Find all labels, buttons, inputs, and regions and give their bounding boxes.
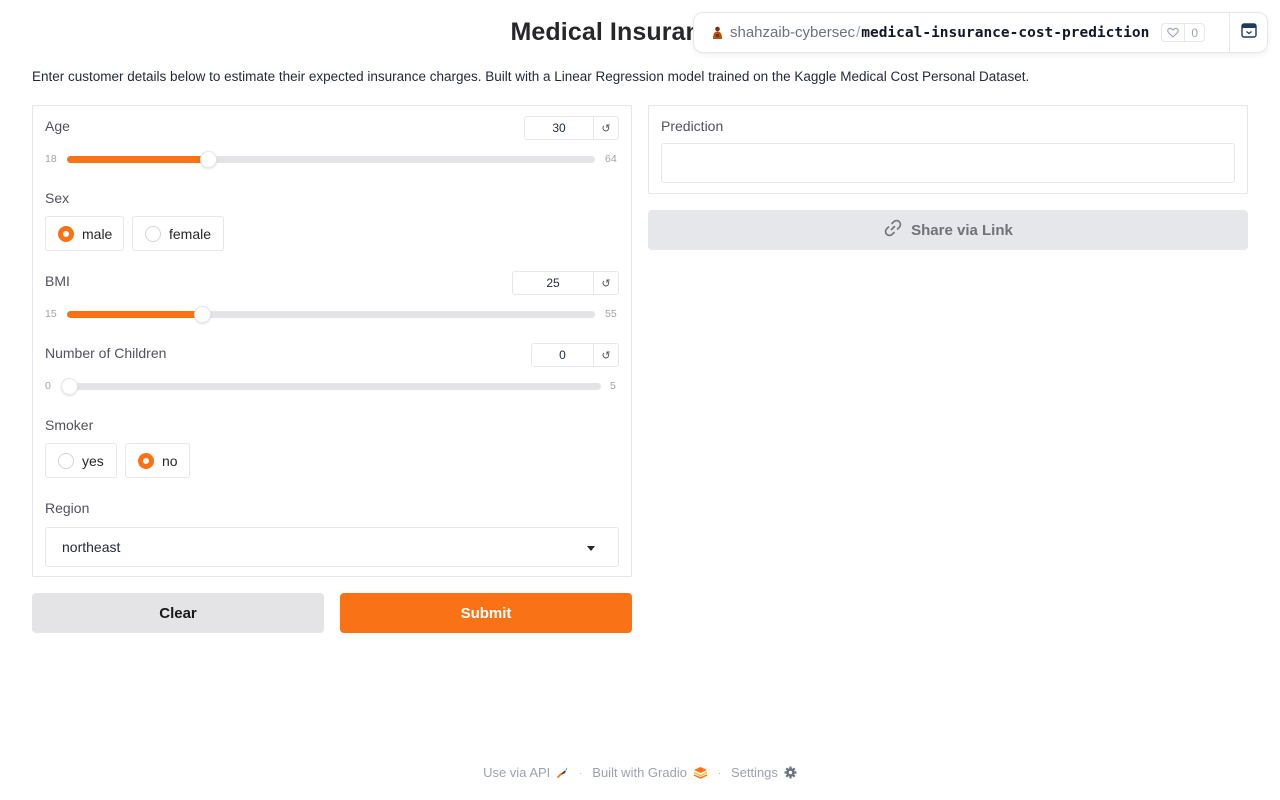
- smoker-option-label: no: [162, 452, 178, 469]
- bmi-number-input[interactable]: 25 ↺: [512, 271, 619, 295]
- region-selected-value: northeast: [62, 539, 121, 555]
- heart-icon: [1162, 24, 1186, 41]
- share-label: Share via Link: [911, 221, 1013, 239]
- footer: Use via API · Built with Gradio · Settin…: [0, 765, 1280, 780]
- share-via-link-button[interactable]: Share via Link: [648, 210, 1248, 250]
- age-slider-fill: [67, 156, 208, 163]
- sex-option-male[interactable]: male: [45, 216, 124, 251]
- sex-option-female[interactable]: female: [132, 216, 224, 251]
- app-description: Enter customer details below to estimate…: [32, 69, 1030, 84]
- submit-button[interactable]: Submit: [340, 593, 632, 633]
- sex-label: Sex: [45, 190, 70, 206]
- reset-icon[interactable]: ↺: [594, 344, 618, 366]
- region-dropdown[interactable]: northeast: [45, 527, 619, 567]
- radio-unchecked-icon[interactable]: [145, 225, 161, 242]
- age-slider-thumb[interactable]: [200, 151, 217, 168]
- prediction-label: Prediction: [661, 118, 724, 134]
- path-separator: /: [856, 24, 861, 41]
- children-value[interactable]: 0: [532, 344, 594, 366]
- age-value[interactable]: 30: [525, 117, 594, 139]
- built-with-gradio-link[interactable]: Built with Gradio: [592, 765, 687, 780]
- repo-link[interactable]: medical-insurance-cost-prediction: [861, 25, 1149, 41]
- owner-avatar-icon: [710, 26, 724, 40]
- smoker-option-yes[interactable]: yes: [45, 443, 117, 478]
- footer-separator: ·: [717, 767, 721, 778]
- owner-link[interactable]: shahzaib-cybersec: [730, 24, 855, 41]
- output-panel: Prediction: [648, 105, 1248, 194]
- age-min: 18: [45, 153, 57, 165]
- children-slider-thumb[interactable]: [61, 378, 78, 395]
- radio-checked-icon[interactable]: [138, 452, 154, 469]
- like-count: 0: [1191, 25, 1199, 40]
- bmi-min: 15: [45, 308, 57, 320]
- smoker-option-no[interactable]: no: [125, 443, 190, 478]
- link-icon: [883, 218, 911, 242]
- reset-icon[interactable]: ↺: [594, 117, 618, 139]
- smoker-label: Smoker: [45, 417, 94, 433]
- bmi-max: 55: [605, 308, 617, 320]
- gradio-logo-icon: [693, 766, 708, 779]
- reset-icon[interactable]: ↺: [594, 272, 618, 294]
- smoker-option-label: yes: [82, 452, 104, 469]
- children-label: Number of Children: [45, 345, 167, 361]
- sex-option-label: male: [82, 225, 113, 242]
- input-panel: Age 30 ↺ 18 64 Sex male female BMI 25 ↺ …: [32, 105, 632, 577]
- region-label: Region: [45, 500, 90, 516]
- age-slider[interactable]: [67, 151, 595, 168]
- space-header-badge: shahzaib-cybersec / medical-insurance-co…: [693, 12, 1268, 53]
- age-max: 64: [605, 153, 617, 165]
- rocket-icon: [556, 766, 569, 779]
- bmi-slider-thumb[interactable]: [194, 306, 211, 323]
- bmi-value[interactable]: 25: [513, 272, 594, 294]
- children-min: 0: [45, 380, 51, 392]
- age-label: Age: [45, 118, 70, 134]
- age-number-input[interactable]: 30 ↺: [524, 116, 619, 140]
- bmi-slider[interactable]: [67, 306, 595, 323]
- prediction-output: [661, 143, 1235, 183]
- collapse-icon: [1240, 22, 1257, 43]
- children-number-input[interactable]: 0 ↺: [531, 343, 619, 367]
- collapse-header-button[interactable]: [1229, 13, 1267, 52]
- use-via-api-link[interactable]: Use via API: [483, 765, 550, 780]
- children-max: 5: [610, 380, 616, 392]
- like-button[interactable]: 0: [1161, 23, 1206, 42]
- footer-separator: ·: [579, 767, 583, 778]
- children-slider[interactable]: [61, 378, 601, 395]
- radio-checked-icon[interactable]: [58, 225, 74, 242]
- sex-option-label: female: [169, 225, 212, 242]
- dropdown-caret-icon[interactable]: [587, 546, 595, 551]
- bmi-label: BMI: [45, 273, 70, 289]
- clear-button[interactable]: Clear: [32, 593, 324, 633]
- radio-unchecked-icon[interactable]: [58, 452, 74, 469]
- gear-icon: [784, 766, 797, 779]
- bmi-slider-fill: [67, 311, 203, 318]
- settings-link[interactable]: Settings: [731, 765, 778, 780]
